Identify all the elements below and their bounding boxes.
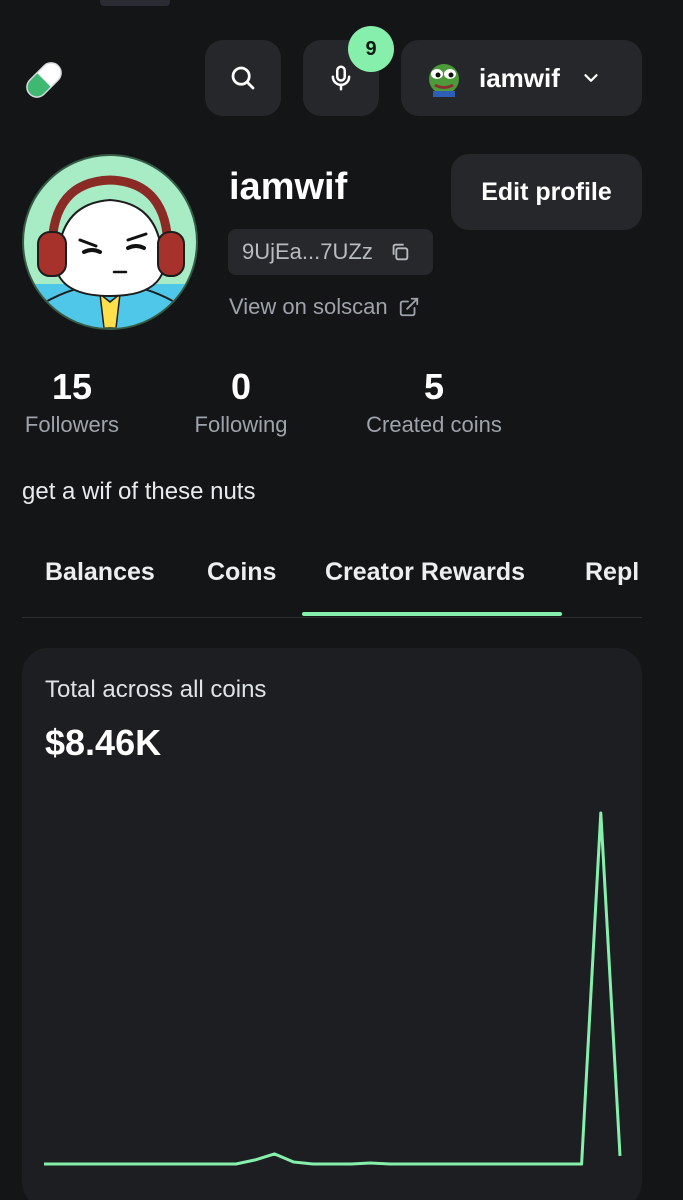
stat-value: 0 (230, 366, 252, 407)
stat-created-coins[interactable]: 5 Created coins (358, 366, 510, 438)
creator-rewards-card: Total across all coins $8.46K (22, 648, 642, 1200)
stat-value: 15 (51, 366, 93, 407)
tab-balances[interactable]: Balances (45, 558, 155, 587)
rewards-line-chart (44, 811, 622, 1166)
profile-tabs: Balances Coins Creator Rewards Repl (22, 550, 642, 618)
pepe-avatar-icon (429, 64, 459, 97)
search-button[interactable] (205, 40, 281, 116)
search-icon (231, 66, 255, 90)
edit-profile-button[interactable]: Edit profile (451, 154, 642, 230)
wallet-address: 9UjEa...7UZz (242, 239, 373, 264)
notification-badge[interactable]: 9 (348, 26, 394, 72)
stat-value: 5 (423, 366, 445, 407)
top-indicator (100, 0, 170, 6)
active-tab-indicator (302, 612, 562, 616)
header-username: iamwif (479, 62, 560, 93)
profile-name: iamwif (229, 166, 348, 208)
microphone-icon (331, 65, 351, 91)
stat-label: Created coins (366, 412, 502, 437)
copy-icon[interactable] (389, 241, 411, 263)
tab-replies[interactable]: Repl (585, 558, 639, 587)
external-link-icon (399, 297, 418, 317)
user-menu-button[interactable]: iamwif (401, 40, 642, 116)
view-on-solscan-link[interactable]: View on solscan (229, 294, 420, 320)
rewards-series-line (44, 811, 622, 1166)
tab-coins[interactable]: Coins (207, 558, 276, 587)
pill-logo-icon[interactable] (20, 56, 68, 104)
profile-bio: get a wif of these nuts (22, 478, 256, 505)
solscan-label: View on solscan (229, 294, 388, 319)
stat-label: Followers (24, 412, 120, 437)
stat-following[interactable]: 0 Following (190, 366, 292, 438)
stat-followers[interactable]: 15 Followers (22, 366, 122, 438)
chevron-down-icon (584, 74, 598, 82)
stat-label: Following (194, 412, 288, 437)
profile-avatar[interactable] (22, 154, 198, 330)
tab-creator-rewards[interactable]: Creator Rewards (325, 558, 525, 587)
wallet-address-pill[interactable]: 9UjEa...7UZz (228, 229, 433, 275)
